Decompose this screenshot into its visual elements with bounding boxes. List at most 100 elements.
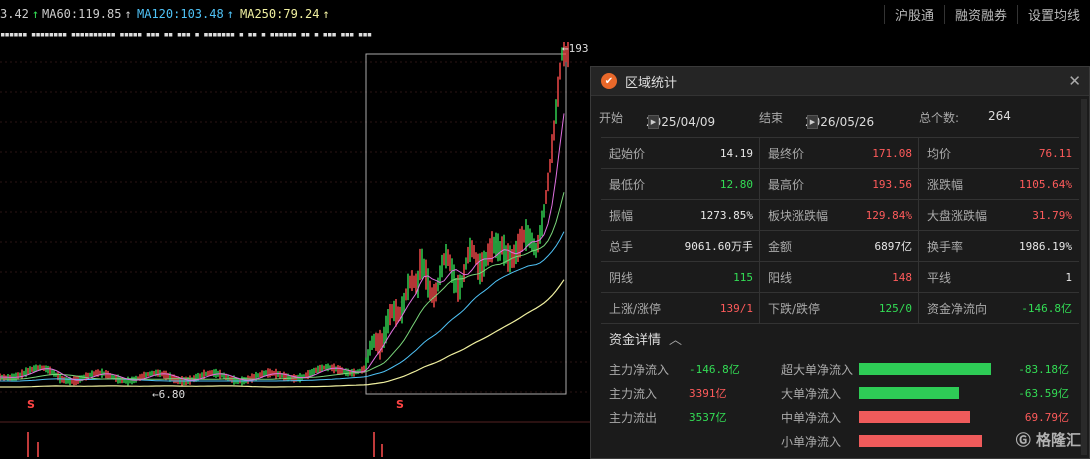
date-range-row: 开始 2025/04/09◀▶ 结束 2026/05/26◀▶ 总个数: 264 — [599, 109, 1011, 129]
sell-marker-2: S — [396, 398, 404, 411]
stats-cell: 上涨/涨停 139/1 — [601, 293, 760, 323]
stats-cell: 资金净流向 -146.8亿 — [919, 293, 1078, 323]
fund-flow-label: 主力流入 — [609, 387, 658, 401]
stats-row: 最低价 12.80 最高价 193.56 涨跌幅 1105.64% — [601, 169, 1079, 200]
end-label: 结束 — [759, 111, 784, 125]
chart-gridlines — [0, 61, 590, 393]
ma120-value: MA120:103.48 ↑ — [137, 7, 234, 21]
stats-cell: 下跌/跌停 125/0 — [760, 293, 919, 323]
start-label: 开始 — [599, 111, 624, 125]
order-flow-value: -63.59亿 — [1018, 387, 1069, 400]
panel-title: 区域统计 — [625, 75, 678, 91]
stats-cell: 均价 76.11 — [919, 138, 1078, 168]
stats-label: 平线 — [927, 270, 952, 285]
close-icon[interactable]: ✕ — [1068, 72, 1081, 90]
nav-ma-settings[interactable]: 设置均线 — [1016, 5, 1090, 24]
nav-margin-trading[interactable]: 融资融券 — [943, 5, 1017, 24]
selection-box[interactable] — [365, 53, 567, 395]
fund-flow-label: 主力流出 — [609, 411, 658, 425]
stats-cell: 换手率 1986.19% — [919, 231, 1078, 261]
nav-hk-connect[interactable]: 沪股通 — [883, 5, 944, 24]
order-flow-item: 大单净流入 — [781, 385, 841, 402]
stats-value: 14.19 — [719, 146, 753, 160]
fund-details-header[interactable]: 资金详情 ︿ — [609, 329, 682, 348]
order-flow-label: 小单净流入 — [781, 435, 842, 449]
stats-cell: 最终价 171.08 — [760, 138, 919, 168]
volume-bars — [27, 432, 383, 457]
stats-row: 起始价 14.19 最终价 171.08 均价 76.11 — [601, 138, 1079, 169]
order-flow-value: -83.18亿 — [1018, 363, 1069, 376]
stats-value: 1986.19% — [1019, 239, 1072, 253]
stats-label: 均价 — [927, 146, 952, 161]
top-nav: 沪股通 融资融券 设置均线 — [883, 5, 1090, 24]
fund-flow-value: -146.8亿 — [689, 363, 740, 376]
order-flow-bar — [859, 387, 959, 399]
stats-cell: 最低价 12.80 — [601, 169, 760, 199]
stats-value: 1273.85% — [700, 208, 753, 222]
chevron-up-icon[interactable]: ︿ — [669, 333, 682, 348]
candlestick-chart[interactable]: ←193.56 ←6.80 S S — [0, 42, 590, 457]
panel-title-bar[interactable]: ✔ 区域统计 — [591, 67, 1089, 96]
fund-flow-value: 3537亿 — [689, 411, 727, 424]
stats-cell: 最高价 193.56 — [760, 169, 919, 199]
stats-value: 12.80 — [719, 177, 753, 191]
stats-cell: 起始价 14.19 — [601, 138, 760, 168]
stats-cell: 阳线 148 — [760, 262, 919, 292]
region-stats-panel: ✔ 区域统计 ✕ 开始 2025/04/09◀▶ 结束 2026/05/26◀▶… — [590, 66, 1090, 459]
stats-grid: 起始价 14.19 最终价 171.08 均价 76.11 最低价 12.80 最高价 193.5… — [601, 137, 1079, 324]
stats-value: 193.56 — [872, 177, 912, 191]
end-next-icon[interactable]: ▶ — [807, 115, 818, 129]
stats-cell: 板块涨跌幅 129.84% — [760, 200, 919, 230]
stats-label: 总手 — [609, 239, 634, 254]
stats-value: 129.84% — [865, 208, 912, 222]
panel-scrollbar[interactable] — [1081, 99, 1087, 455]
stats-label: 振幅 — [609, 208, 634, 223]
order-flow-value: 69.79亿 — [1024, 411, 1069, 424]
stats-value: 76.11 — [1038, 146, 1072, 160]
order-flow-item: 中单净流入 — [781, 409, 841, 426]
stats-row: 阴线 115 阳线 148 平线 1 — [601, 262, 1079, 293]
stats-value: 148 — [892, 270, 912, 284]
stats-label: 金额 — [768, 239, 793, 254]
stats-label: 板块涨跌幅 — [768, 208, 829, 223]
stats-label: 大盘涨跌幅 — [927, 208, 988, 223]
ma-indicator-bar: 3.42 ↑ MA60:119.85 ↑ MA120:103.48 ↑ MA250:7… — [0, 0, 1090, 28]
stats-cell: 总手 9061.60万手 — [601, 231, 760, 261]
order-flow-item: 小单净流入 — [781, 433, 841, 450]
stats-value: 125/0 — [878, 301, 912, 315]
start-next-icon[interactable]: ▶ — [648, 115, 659, 129]
stats-cell: 涨跌幅 1105.64% — [919, 169, 1078, 199]
stats-label: 资金净流向 — [927, 301, 988, 316]
candles — [0, 42, 569, 386]
stats-value: -146.8亿 — [1021, 302, 1072, 315]
stats-value: 9061.60万手 — [684, 240, 753, 253]
stats-label: 最低价 — [609, 177, 646, 192]
stats-cell: 平线 1 — [919, 262, 1078, 292]
order-flow-bar — [859, 435, 982, 447]
stats-cell: 振幅 1273.85% — [601, 200, 760, 230]
stats-cell: 阴线 115 — [601, 262, 760, 292]
ma-value-1: 3.42 ↑ — [0, 7, 40, 21]
ma250-value: MA250:79.24 ↑ — [240, 7, 330, 21]
stats-label: 上涨/涨停 — [609, 301, 662, 316]
stats-label: 换手率 — [927, 239, 964, 254]
stats-label: 阴线 — [609, 270, 634, 285]
fund-flow-item: 主力净流入 -146.8亿 — [609, 361, 740, 378]
fund-flow-item: 主力流出 3537亿 — [609, 409, 727, 426]
ma60-line — [0, 192, 565, 380]
stats-value: 6897亿 — [874, 240, 913, 253]
high-price-label: ←193.56 — [562, 42, 590, 55]
stats-label: 下跌/跌停 — [768, 301, 821, 316]
order-flow-item: 超大单净流入 — [781, 361, 853, 378]
stats-label: 最终价 — [768, 146, 805, 161]
fund-flow-label: 主力净流入 — [609, 363, 670, 377]
stats-row: 振幅 1273.85% 板块涨跌幅 129.84% 大盘涨跌幅 31.79% — [601, 200, 1079, 231]
stats-label: 阳线 — [768, 270, 793, 285]
stats-cell: 大盘涨跌幅 31.79% — [919, 200, 1078, 230]
stats-label: 最高价 — [768, 177, 805, 192]
stats-value: 1 — [1065, 270, 1072, 284]
app-logo-icon: ✔ — [601, 73, 617, 89]
stats-row: 总手 9061.60万手 金额 6897亿 换手率 1986.19% — [601, 231, 1079, 262]
stats-value: 115 — [733, 270, 753, 284]
fund-flow-value: 3391亿 — [689, 387, 727, 400]
